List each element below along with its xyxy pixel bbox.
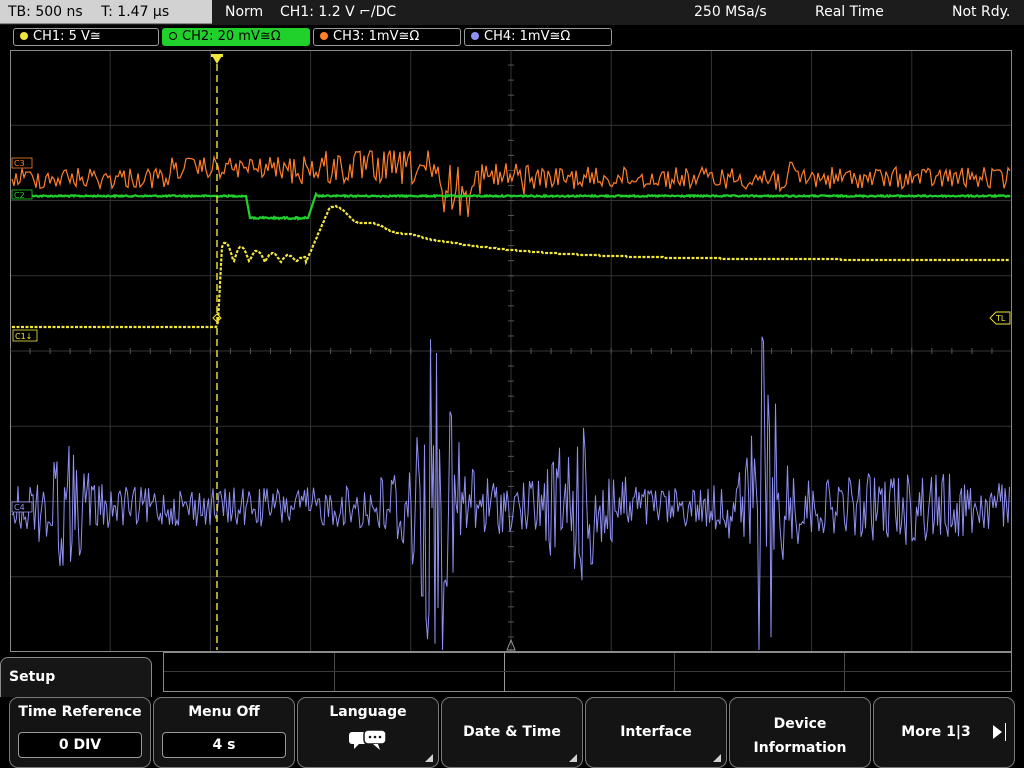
svg-text:C2: C2 (14, 191, 25, 200)
submenu-indicator-icon (713, 754, 721, 762)
more-label: More 1|3 (901, 724, 971, 740)
menu-title-tab: Setup (0, 657, 152, 697)
trigger-time-value: T: 1.47 µs (101, 4, 170, 20)
channel-2-color-icon (169, 31, 177, 40)
channel-bar: CH1: 5 V≅ CH2: 20 mV≅Ω CH3: 1mV≅Ω CH4: 1… (0, 26, 1024, 48)
channel-2-marker[interactable]: C2 (11, 189, 33, 200)
waveform-display[interactable]: C1↓ C3 C2 C4 TL (10, 50, 1012, 652)
svg-text:C3: C3 (14, 159, 25, 168)
channel-4-label[interactable]: CH4: 1mV≅Ω (464, 28, 612, 46)
menu-off-value[interactable]: 4 s (162, 732, 286, 758)
overview-bar[interactable] (163, 652, 1012, 692)
interface-softkey[interactable]: Interface (585, 697, 727, 768)
next-page-arrow-icon (993, 725, 1002, 739)
sample-rate: 250 MSa/s (694, 4, 767, 20)
speech-bubbles-icon (349, 729, 387, 750)
channel-3-color-icon (320, 31, 328, 40)
submenu-indicator-icon (425, 754, 433, 762)
svg-text:C1↓: C1↓ (15, 332, 32, 341)
interface-label: Interface (620, 724, 692, 740)
time-reference-value[interactable]: 0 DIV (18, 732, 142, 758)
more-softkey[interactable]: More 1|3 (873, 697, 1015, 768)
waveform-canvas: C1↓ C3 C2 C4 TL (10, 50, 1012, 652)
date-time-softkey[interactable]: Date & Time (441, 697, 583, 768)
svg-text:TL: TL (995, 314, 1006, 323)
date-time-label: Date & Time (463, 724, 561, 740)
timebase-readout[interactable]: TB: 500 ns T: 1.47 µs (0, 0, 212, 24)
svg-text:C4: C4 (14, 503, 25, 512)
channel-4-color-icon (471, 31, 479, 40)
menu-off-softkey[interactable]: Menu Off 4 s (153, 697, 295, 768)
menu-title: Setup (9, 669, 56, 685)
time-reference-softkey[interactable]: Time Reference 0 DIV (9, 697, 151, 768)
channel-3-label[interactable]: CH3: 1mV≅Ω (313, 28, 461, 46)
menu-off-label: Menu Off (188, 704, 260, 720)
channel-1-color-icon (20, 31, 28, 40)
device-information-softkey[interactable]: Device Information (729, 697, 871, 768)
timebase-value: TB: 500 ns (8, 4, 83, 20)
language-label: Language (329, 704, 407, 720)
trigger-source[interactable]: CH1: 1.2 V ⌐/DC (280, 0, 396, 24)
acquisition-state: Not Rdy. (952, 4, 1011, 20)
channel-1-label[interactable]: CH1: 5 V≅ (13, 28, 159, 46)
language-softkey[interactable]: Language (297, 697, 439, 768)
status-bar: TB: 500 ns T: 1.47 µs Norm CH1: 1.2 V ⌐/… (0, 0, 1024, 25)
softkey-bar: Time Reference 0 DIV Menu Off 4 s Langua… (0, 697, 1024, 768)
time-reference-label: Time Reference (18, 704, 142, 720)
channel-1-marker[interactable]: C1↓ (12, 329, 38, 342)
channel-4-marker[interactable]: C4 (11, 501, 33, 513)
acquisition-mode: Real Time (815, 4, 884, 20)
channel-2-label[interactable]: CH2: 20 mV≅Ω (162, 28, 310, 46)
trigger-mode[interactable]: Norm (225, 0, 263, 24)
submenu-indicator-icon (569, 754, 577, 762)
device-information-label: Device Information (753, 716, 847, 756)
channel-3-marker[interactable]: C3 (11, 157, 33, 169)
